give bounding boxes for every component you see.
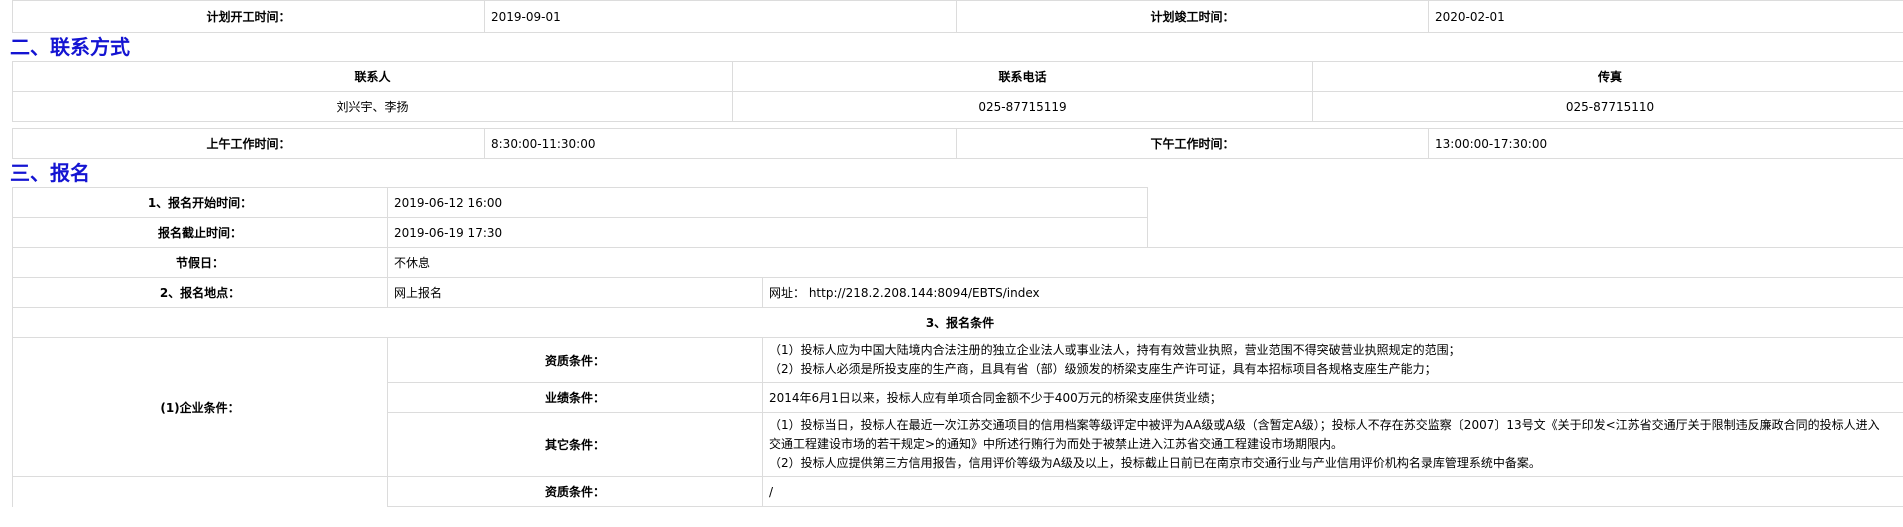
reg-end-value: 2019-06-19 17:30 bbox=[386, 217, 1149, 248]
plan-start-value: 2019-09-01 bbox=[484, 0, 957, 33]
work-hours-row: 上午工作时间： 8:30:00-11:30:00 下午工作时间： 13:00:0… bbox=[12, 128, 1903, 159]
conditions-title-row: 3、报名条件 bbox=[11, 307, 1903, 338]
schedule-table: 计划开工时间： 2019-09-01 计划竣工时间： 2020-02-01 bbox=[12, 0, 1903, 33]
plan-end-value: 2020-02-01 bbox=[1428, 0, 1903, 33]
reg-place-value: 网上报名 bbox=[387, 277, 763, 308]
pm-hours-value: 13:00:00-17:30:00 bbox=[1428, 128, 1903, 159]
plan-start-label: 计划开工时间： bbox=[12, 0, 485, 33]
contact-value-row: 刘兴宇、李扬 025-87715119 025-87715110 bbox=[12, 91, 1903, 122]
contact-header-row: 联系人 联系电话 传真 bbox=[12, 61, 1903, 92]
other-conditions-line: （2）投标人应提供第三方信用报告，信用评价等级为A级及以上，投标截止日前已在南京… bbox=[769, 456, 1541, 470]
reg-end-label: 报名截止时间： bbox=[12, 217, 388, 248]
other-conditions-text: （1）投标当日，投标人在最近一次江苏交通项目的信用档案等级评定中被评为AA级或A… bbox=[761, 412, 1903, 477]
qualification-text: （1）投标人应为中国大陆境内合法注册的独立企业法人或事业法人，持有有效营业执照，… bbox=[761, 337, 1903, 383]
contact-fax-value: 025-87715110 bbox=[1312, 91, 1903, 122]
reg-place-label: 2、报名地点： bbox=[12, 277, 388, 308]
other-conditions-line: （1）投标当日，投标人在最近一次江苏交通项目的信用档案等级评定中被评为AA级或A… bbox=[769, 418, 1880, 432]
enterprise-conditions-label: (1)企业条件： bbox=[12, 337, 388, 477]
contact-table: 联系人 联系电话 传真 刘兴宇、李扬 025-87715119 025-8771… bbox=[12, 61, 1903, 122]
qualification-row: (1)企业条件： 资质条件： （1）投标人应为中国大陆境内合法注册的独立企业法人… bbox=[12, 337, 1903, 477]
reg-start-label: 1、报名开始时间： bbox=[12, 187, 388, 218]
contact-phone-header: 联系电话 bbox=[732, 61, 1313, 92]
holiday-row: 节假日： 不休息 bbox=[12, 247, 1903, 278]
conditions-title: 3、报名条件 bbox=[11, 307, 1903, 338]
schedule-row: 计划开工时间： 2019-09-01 计划竣工时间： 2020-02-01 bbox=[12, 0, 1903, 33]
contact-heading: 二、联系方式 bbox=[10, 35, 130, 59]
qualification2-value: / bbox=[761, 476, 1903, 507]
pm-hours-label: 下午工作时间： bbox=[956, 128, 1429, 159]
qualification-line: （1）投标人应为中国大陆境内合法注册的独立企业法人或事业法人，持有有效营业执照，… bbox=[769, 343, 1461, 357]
am-hours-value: 8:30:00-11:30:00 bbox=[484, 128, 957, 159]
qualification2-row: 资质条件： / bbox=[12, 476, 1903, 507]
work-hours-table: 上午工作时间： 8:30:00-11:30:00 下午工作时间： 13:00:0… bbox=[12, 128, 1903, 159]
performance-value: 2014年6月1日以来，投标人应有单项合同金额不少于400万元的桥梁支座供货业绩… bbox=[761, 382, 1903, 413]
qualification2-label: 资质条件： bbox=[387, 476, 763, 507]
reg-place-row: 2、报名地点： 网上报名 网址： http://218.2.208.144:80… bbox=[12, 277, 1903, 308]
registration-heading: 三、报名 bbox=[10, 161, 90, 185]
performance-label: 业绩条件： bbox=[387, 382, 763, 413]
qualification-line: （2）投标人必须是所投支座的生产商，且具有省（部）级颁发的桥梁支座生产许可证，具… bbox=[769, 362, 1437, 376]
contact-phone-value: 025-87715119 bbox=[732, 91, 1313, 122]
holiday-label: 节假日： bbox=[12, 247, 388, 278]
qualification-label: 资质条件： bbox=[387, 337, 763, 383]
contact-person-value: 刘兴宇、李扬 bbox=[12, 91, 733, 122]
holiday-value: 不休息 bbox=[386, 247, 1903, 278]
registration-table: 1、报名开始时间： 2019-06-12 16:00 报名截止时间： 2019-… bbox=[11, 187, 1903, 507]
plan-end-label: 计划竣工时间： bbox=[956, 0, 1429, 33]
reg-url[interactable]: 网址： http://218.2.208.144:8094/EBTS/index bbox=[761, 277, 1903, 308]
other-conditions-label: 其它条件： bbox=[387, 412, 763, 477]
reg-end-row: 报名截止时间： 2019-06-19 17:30 bbox=[12, 217, 1903, 248]
contact-person-header: 联系人 bbox=[12, 61, 733, 92]
contact-fax-header: 传真 bbox=[1312, 61, 1903, 92]
other-conditions-line: 交通工程建设市场的若干规定>的通知》中所述行贿行为而处于被禁止进入江苏省交通工程… bbox=[769, 437, 1344, 451]
reg-start-value: 2019-06-12 16:00 bbox=[386, 187, 1149, 218]
am-hours-label: 上午工作时间： bbox=[12, 128, 485, 159]
reg-start-row: 1、报名开始时间： 2019-06-12 16:00 bbox=[12, 187, 1903, 218]
